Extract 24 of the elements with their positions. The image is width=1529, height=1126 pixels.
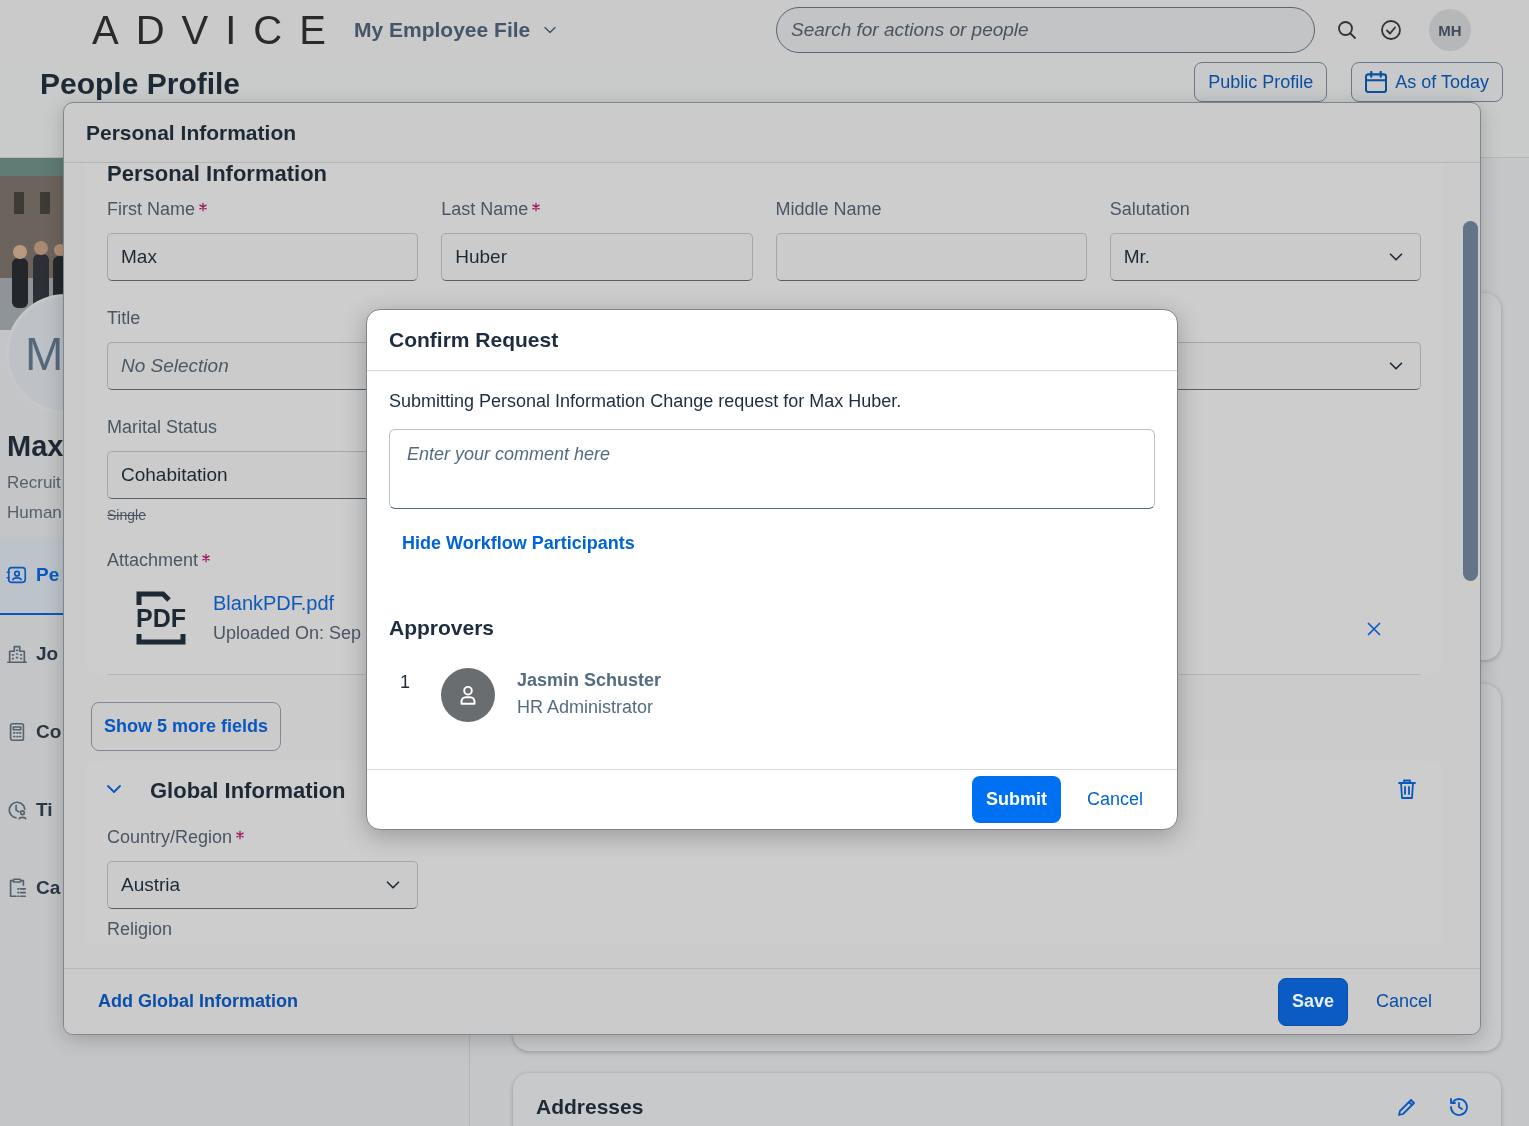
previous-value: Single xyxy=(107,507,146,523)
employee-name: Max xyxy=(7,430,64,463)
field-label: Country/Region xyxy=(107,827,246,851)
field-label: Attachment xyxy=(107,550,212,574)
approver-role: HR Administrator xyxy=(517,697,655,718)
field-label: Last Name xyxy=(441,199,542,223)
field-label: First Name xyxy=(107,199,208,223)
field-label: Middle Name xyxy=(775,199,882,221)
upload-date: Uploaded On: Sep xyxy=(213,623,362,644)
field-label: Religion xyxy=(107,919,173,941)
employee-detail: Human xyxy=(7,503,62,523)
confirm-message: Submitting Personal Information Change request for Max Huber. xyxy=(389,391,903,412)
company-logo: ADVICE xyxy=(92,7,344,53)
section-title: Global Information xyxy=(150,778,346,804)
card-title: Addresses xyxy=(536,1095,644,1119)
employee-detail: Recruit xyxy=(7,473,61,493)
field-label: Marital Status xyxy=(107,417,218,439)
page-title: People Profile xyxy=(40,67,241,101)
dialog-title: Confirm Request xyxy=(367,310,1177,371)
section-title: Personal Information xyxy=(107,163,329,185)
approver-name: Jasmin Schuster xyxy=(517,670,662,691)
step-number: 1 xyxy=(399,672,411,693)
field-label: Salutation xyxy=(1109,199,1190,221)
section-title: Approvers xyxy=(389,616,496,640)
